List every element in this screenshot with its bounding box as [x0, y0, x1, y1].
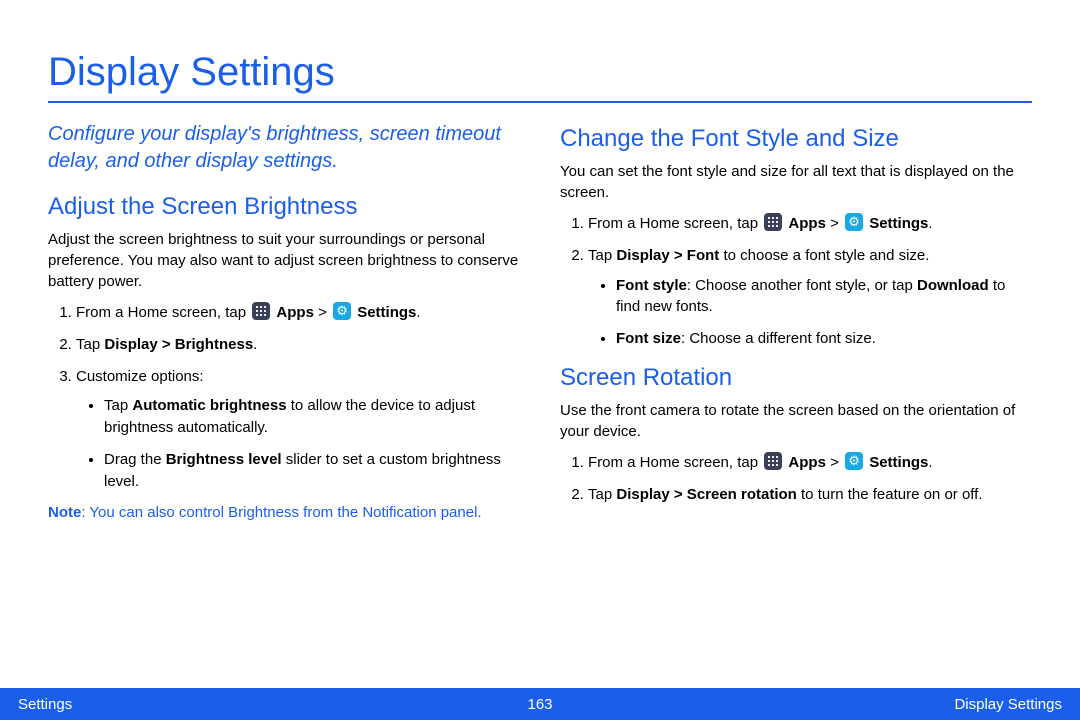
font-step-1: From a Home screen, tap Apps > Settings.: [588, 213, 1032, 235]
apps-icon: [252, 302, 270, 320]
bullet-bold2: Download: [917, 277, 989, 294]
bullet-bold: Brightness level: [166, 451, 282, 468]
gt-separator: >: [826, 454, 843, 471]
step-text: From a Home screen, tap: [588, 215, 762, 232]
section-rotation-heading: Screen Rotation: [560, 364, 1032, 392]
page-footer: Settings 163 Display Settings: [0, 688, 1080, 720]
right-column: Change the Font Style and Size You can s…: [560, 121, 1032, 523]
apps-icon: [764, 213, 782, 231]
rotation-step-2: Tap Display > Screen rotation to turn th…: [588, 484, 1032, 506]
step-text: Tap: [588, 486, 616, 503]
font-step-2: Tap Display > Font to choose a font styl…: [588, 245, 1032, 350]
apps-label: Apps: [788, 454, 826, 471]
step-text: Tap: [76, 336, 104, 353]
gt-separator: >: [826, 215, 843, 232]
step-text-end: .: [928, 215, 932, 232]
step-bold: Display > Brightness: [104, 336, 253, 353]
bullet-text: Drag the: [104, 451, 166, 468]
bullet-text: Tap: [104, 397, 132, 414]
intro-text: Configure your display's brightness, scr…: [48, 121, 520, 175]
brightness-option-2: Drag the Brightness level slider to set …: [104, 449, 520, 493]
brightness-steps: From a Home screen, tap Apps > Settings.…: [48, 302, 520, 492]
font-steps: From a Home screen, tap Apps > Settings.…: [560, 213, 1032, 350]
section-font-heading: Change the Font Style and Size: [560, 125, 1032, 153]
brightness-option-1: Tap Automatic brightness to allow the de…: [104, 395, 520, 439]
apps-label: Apps: [276, 304, 314, 321]
section-brightness-heading: Adjust the Screen Brightness: [48, 193, 520, 221]
step-text-end: .: [928, 454, 932, 471]
footer-right: Display Settings: [954, 696, 1062, 713]
note-body: : You can also control Brightness from t…: [81, 504, 481, 521]
rotation-description: Use the front camera to rotate the scree…: [560, 400, 1032, 442]
settings-icon: [845, 213, 863, 231]
brightness-note: Note: You can also control Brightness fr…: [48, 502, 520, 523]
page-title: Display Settings: [48, 50, 1032, 103]
note-label: Note: [48, 504, 81, 521]
brightness-options: Tap Automatic brightness to allow the de…: [76, 395, 520, 492]
footer-left: Settings: [18, 696, 72, 713]
step-text: Tap: [588, 247, 616, 264]
step-text: Customize options:: [76, 368, 204, 385]
step-bold: Display > Font: [616, 247, 719, 264]
step-text-end: .: [416, 304, 420, 321]
left-column: Configure your display's brightness, scr…: [48, 121, 520, 523]
footer-page-number: 163: [0, 696, 1080, 713]
step-text-end: to choose a font style and size.: [719, 247, 929, 264]
step-bold: Display > Screen rotation: [616, 486, 796, 503]
font-options: Font style: Choose another font style, o…: [588, 275, 1032, 350]
font-option-style: Font style: Choose another font style, o…: [616, 275, 1032, 319]
content-area: Display Settings Configure your display'…: [0, 0, 1080, 523]
brightness-description: Adjust the screen brightness to suit you…: [48, 229, 520, 292]
rotation-step-1: From a Home screen, tap Apps > Settings.: [588, 452, 1032, 474]
brightness-step-1: From a Home screen, tap Apps > Settings.: [76, 302, 520, 324]
settings-label: Settings: [357, 304, 416, 321]
settings-label: Settings: [869, 454, 928, 471]
two-column-layout: Configure your display's brightness, scr…: [48, 121, 1032, 523]
bullet-bold: Automatic brightness: [132, 397, 286, 414]
font-option-size: Font size: Choose a different font size.: [616, 328, 1032, 350]
gt-separator: >: [314, 304, 331, 321]
bullet-text: : Choose another font style, or tap: [687, 277, 917, 294]
brightness-step-3: Customize options: Tap Automatic brightn…: [76, 366, 520, 493]
font-description: You can set the font style and size for …: [560, 161, 1032, 203]
step-text: From a Home screen, tap: [76, 304, 250, 321]
step-text-end: to turn the feature on or off.: [797, 486, 983, 503]
apps-label: Apps: [788, 215, 826, 232]
settings-icon: [333, 302, 351, 320]
step-text-end: .: [253, 336, 257, 353]
page-root: Display Settings Configure your display'…: [0, 0, 1080, 720]
brightness-step-2: Tap Display > Brightness.: [76, 334, 520, 356]
settings-icon: [845, 452, 863, 470]
bullet-text-end: : Choose a different font size.: [681, 330, 876, 347]
rotation-steps: From a Home screen, tap Apps > Settings.…: [560, 452, 1032, 506]
apps-icon: [764, 452, 782, 470]
bullet-bold: Font size: [616, 330, 681, 347]
settings-label: Settings: [869, 215, 928, 232]
bullet-bold: Font style: [616, 277, 687, 294]
step-text: From a Home screen, tap: [588, 454, 762, 471]
